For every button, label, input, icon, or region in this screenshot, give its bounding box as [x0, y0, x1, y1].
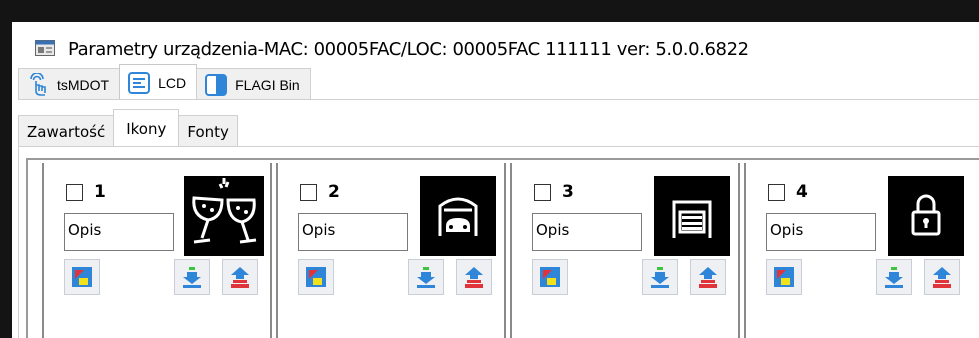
- tab-label: LCD: [158, 74, 187, 91]
- icon-card-4: 4 Opis: [744, 163, 979, 338]
- upload-button[interactable]: [456, 259, 492, 295]
- load-icon-button[interactable]: [532, 259, 568, 295]
- load-icon-button[interactable]: [64, 259, 100, 295]
- tab-label: tsMDOT: [57, 76, 110, 93]
- load-icon-button[interactable]: [766, 259, 802, 295]
- icon-preview: [654, 176, 730, 256]
- download-icon: [885, 267, 903, 288]
- lcd-list-icon: [128, 71, 151, 94]
- icon-preview: [888, 176, 964, 256]
- icon-number: 1: [94, 182, 106, 202]
- icon-description-input[interactable]: Opis: [298, 213, 408, 251]
- window-title: Parametry urządzenia-MAC: 00005FAC/LOC: …: [68, 39, 749, 60]
- download-button[interactable]: [408, 259, 444, 295]
- save-image-icon: [540, 267, 560, 287]
- upload-button[interactable]: [222, 259, 258, 295]
- tab-label: Fonty: [187, 122, 229, 141]
- icon-select-checkbox[interactable]: [534, 184, 551, 201]
- touch-hand-icon: [30, 72, 46, 96]
- icon-description-input[interactable]: Opis: [532, 213, 642, 251]
- sub-tab-bar: Zawartość Ikony Fonty: [18, 109, 238, 147]
- download-button[interactable]: [876, 259, 912, 295]
- icon-description-input[interactable]: Opis: [64, 213, 174, 251]
- garage-car-icon: [438, 197, 478, 236]
- tab-zawartosc[interactable]: Zawartość: [18, 115, 115, 147]
- main-tab-bar: tsMDOT LCD FLAGI Bin: [18, 64, 311, 100]
- tab-label: FLAGI Bin: [235, 76, 300, 93]
- champagne-glasses-icon: [192, 178, 257, 244]
- icon-description-input[interactable]: Opis: [766, 213, 876, 251]
- upload-button[interactable]: [690, 259, 726, 295]
- download-button[interactable]: [174, 259, 210, 295]
- icon-select-checkbox[interactable]: [300, 184, 317, 201]
- upload-icon: [465, 267, 483, 288]
- save-image-icon: [774, 267, 794, 287]
- icon-number: 4: [796, 182, 808, 202]
- app-window-icon: [35, 40, 55, 56]
- upload-icon: [933, 267, 951, 288]
- download-icon: [183, 267, 201, 288]
- padlock-icon: [911, 194, 941, 236]
- download-button[interactable]: [642, 259, 678, 295]
- upload-button[interactable]: [924, 259, 960, 295]
- upload-icon: [699, 267, 717, 288]
- icon-number: 3: [562, 182, 574, 202]
- icon-preview: [420, 176, 496, 256]
- icon-select-checkbox[interactable]: [768, 184, 785, 201]
- icon-card-1: 1 Opis: [42, 163, 272, 338]
- download-icon: [651, 267, 669, 288]
- icon-number: 2: [328, 182, 340, 202]
- tab-label: Ikony: [126, 119, 167, 138]
- flag-panel-icon: [205, 73, 228, 96]
- tab-lcd[interactable]: LCD: [119, 64, 198, 100]
- upload-icon: [231, 267, 249, 288]
- icon-card-2: 2 Opis: [276, 163, 506, 338]
- icon-card-3: 3 Opis: [510, 163, 740, 338]
- save-image-icon: [72, 267, 92, 287]
- tab-label: Zawartość: [27, 122, 106, 141]
- tab-tsmdot[interactable]: tsMDOT: [18, 68, 121, 100]
- tab-fonty[interactable]: Fonty: [178, 115, 238, 147]
- icon-select-checkbox[interactable]: [66, 184, 83, 201]
- save-image-icon: [306, 267, 326, 287]
- load-icon-button[interactable]: [298, 259, 334, 295]
- garage-door-icon: [672, 200, 712, 238]
- icon-preview: [184, 176, 264, 256]
- tab-ikony[interactable]: Ikony: [113, 109, 180, 147]
- download-icon: [417, 267, 435, 288]
- tab-flagi-bin[interactable]: FLAGI Bin: [196, 68, 311, 100]
